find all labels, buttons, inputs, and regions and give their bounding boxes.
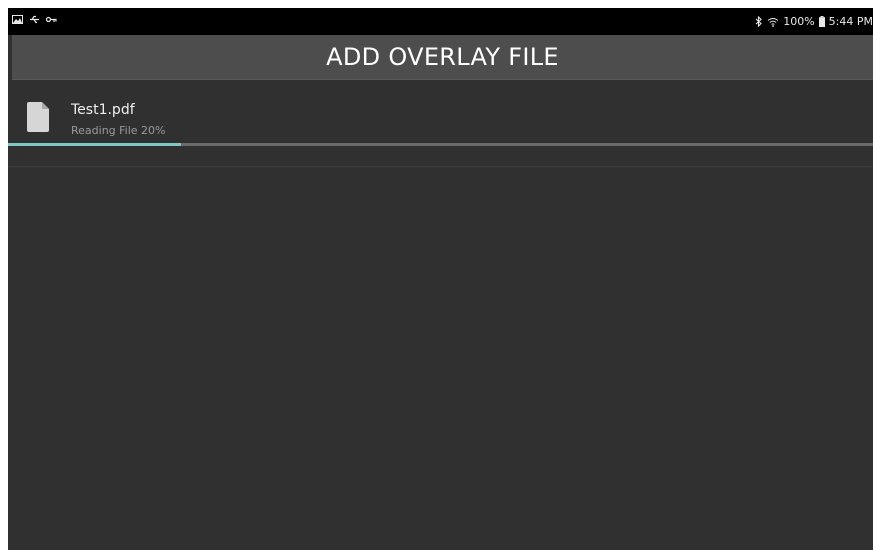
status-left-icons xyxy=(12,15,57,24)
page-title: ADD OVERLAY FILE xyxy=(326,43,559,71)
file-name: Test1.pdf xyxy=(71,102,135,118)
battery-icon xyxy=(818,16,825,27)
battery-percent: 100% xyxy=(783,15,815,28)
file-status: Reading File 20% xyxy=(71,124,166,137)
wifi-icon xyxy=(767,17,779,27)
key-icon xyxy=(46,15,57,24)
progress-bar xyxy=(8,143,873,146)
file-list-item[interactable]: Test1.pdf Reading File 20% xyxy=(8,94,873,150)
usb-icon xyxy=(29,15,40,24)
document-icon xyxy=(27,102,49,136)
bluetooth-icon xyxy=(755,16,763,27)
status-time: 5:44 PM xyxy=(828,15,873,28)
status-bar: 100% 5:44 PM xyxy=(8,8,873,35)
list-divider xyxy=(8,166,873,167)
app-screen: 100% 5:44 PM ADD OVERLAY FILE Test1.pdf … xyxy=(8,8,873,550)
status-right-icons: 100% 5:44 PM xyxy=(755,15,873,28)
image-icon xyxy=(12,15,23,24)
progress-bar-fill xyxy=(8,143,181,146)
title-bar: ADD OVERLAY FILE xyxy=(12,35,873,80)
